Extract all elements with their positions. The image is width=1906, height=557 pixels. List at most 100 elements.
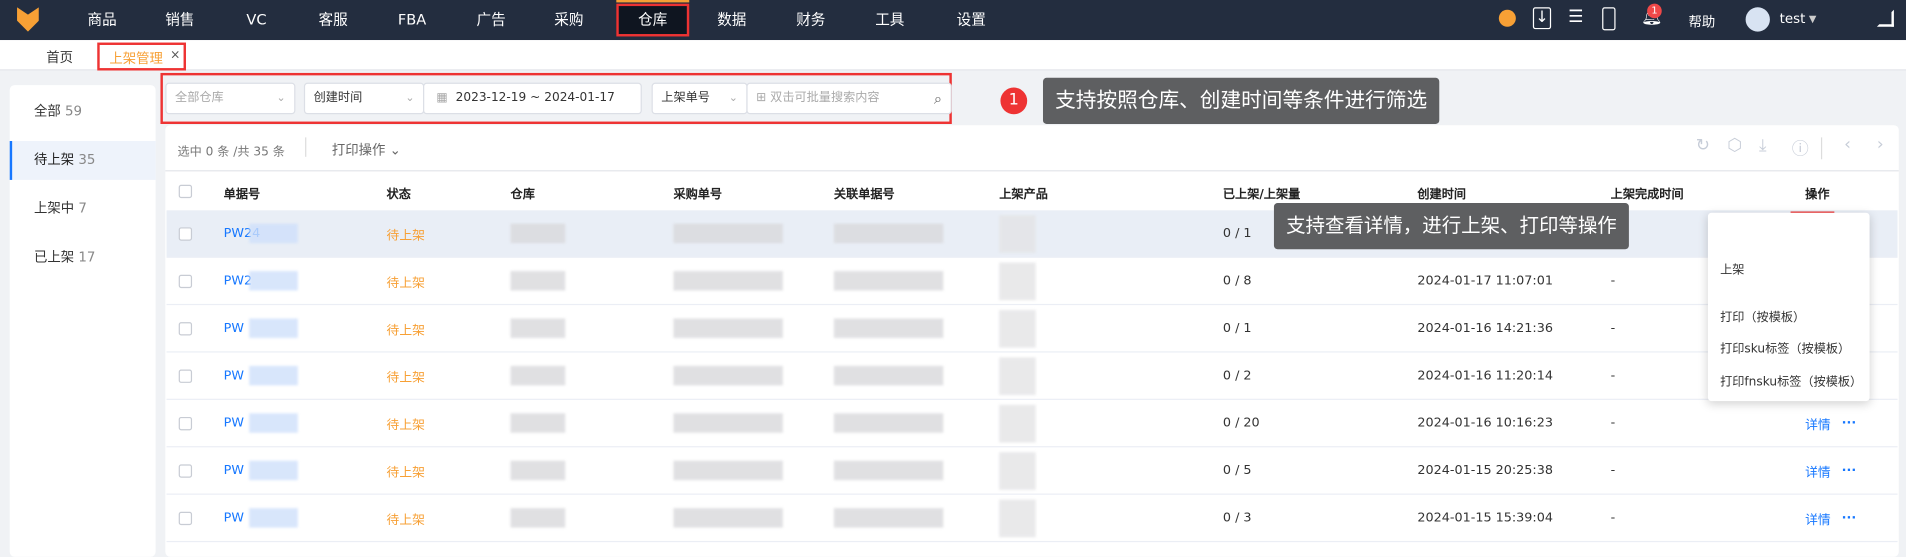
nav-item[interactable]: 仓库 xyxy=(616,3,690,37)
task-icon[interactable]: ☰ xyxy=(1568,7,1583,26)
mobile-icon[interactable] xyxy=(1602,7,1616,31)
row-checkbox[interactable] xyxy=(178,227,193,241)
nav-item[interactable]: FBA xyxy=(386,0,439,40)
product-thumbnail xyxy=(999,452,1036,490)
notification-badge: 1 xyxy=(1647,3,1662,19)
row-checkbox[interactable] xyxy=(178,322,193,336)
row-checkbox[interactable] xyxy=(178,511,193,526)
doc-number-link[interactable]: PW xyxy=(224,368,244,383)
menu-item-print-sku-label[interactable]: 打印sku标签（按模板） xyxy=(1720,338,1850,356)
shelved-qty: 0 / 2 xyxy=(1222,368,1252,383)
redacted-doc-number xyxy=(249,223,298,244)
row-checkbox[interactable] xyxy=(178,274,193,289)
nav-item[interactable]: 采购 xyxy=(542,0,596,40)
date-range-picker[interactable]: ▦ 2023-12-19 ~ 2024-01-17 xyxy=(423,82,642,115)
avatar[interactable] xyxy=(1745,7,1770,32)
sidebar-item[interactable]: 待上架 35 xyxy=(9,141,156,180)
prev-page-icon[interactable]: ‹ xyxy=(1844,135,1851,154)
row-checkbox[interactable] xyxy=(178,369,193,383)
sidebar-item[interactable]: 已上架 17 xyxy=(10,238,156,277)
user-menu[interactable]: test xyxy=(1780,11,1806,27)
redacted-related-number xyxy=(833,365,944,386)
status: 待上架 xyxy=(386,323,425,338)
doc-number-link[interactable]: PW xyxy=(224,463,244,478)
column-header[interactable]: 仓库 xyxy=(511,184,535,201)
logo-icon[interactable] xyxy=(17,7,39,32)
export-icon[interactable]: ⤓ xyxy=(1759,136,1767,155)
sidebar-item[interactable]: 全部 59 xyxy=(10,92,156,131)
column-header[interactable]: 上架产品 xyxy=(999,184,1048,201)
nav-item[interactable]: 设置 xyxy=(945,0,999,40)
redacted-related-number xyxy=(833,271,944,291)
redacted-doc-number xyxy=(249,271,298,291)
menu-item-print-template[interactable]: 打印（按模板） xyxy=(1720,306,1805,324)
nav-item[interactable]: 工具 xyxy=(863,0,917,40)
next-page-icon[interactable]: › xyxy=(1877,135,1884,154)
more-actions-button[interactable]: ··· xyxy=(1842,511,1857,526)
detail-link[interactable]: 详情 xyxy=(1805,511,1831,529)
print-ops-dropdown[interactable]: 打印操作 ⌄ xyxy=(332,140,401,159)
table-row[interactable]: PW 待上架 0 / 5 2024-01-15 20:25:38 - 详情 ··… xyxy=(166,447,1898,495)
search-type-select[interactable]: 上架单号 ⌄ xyxy=(651,82,748,115)
help-icon[interactable]: ⓘ xyxy=(1792,136,1809,160)
tab-shelving[interactable]: 上架管理 × xyxy=(97,42,186,71)
nav-item[interactable]: 数据 xyxy=(705,0,759,40)
detail-link[interactable]: 详情 xyxy=(1805,463,1831,481)
redacted-doc-number xyxy=(249,318,298,338)
annotation-tooltip-1: 支持按照仓库、创建时间等条件进行筛选 xyxy=(1042,77,1440,124)
close-icon[interactable]: × xyxy=(170,49,180,62)
doc-number-link[interactable]: PW xyxy=(224,416,244,431)
warehouse-select[interactable]: 全部仓库 ⌄ xyxy=(165,82,296,115)
search-icon[interactable]: ⌕ xyxy=(934,84,942,113)
table-row[interactable]: PW 待上架 0 / 1 2024-01-16 14:21:36 - 详情 ··… xyxy=(166,305,1898,353)
settings-icon[interactable]: ⬡ xyxy=(1727,136,1742,155)
shelved-qty: 0 / 3 xyxy=(1222,510,1252,526)
select-all-checkbox[interactable] xyxy=(178,184,193,199)
nav-item[interactable]: 客服 xyxy=(306,0,360,40)
row-checkbox[interactable] xyxy=(178,416,193,431)
column-header[interactable]: 创建时间 xyxy=(1417,184,1466,201)
doc-number-link[interactable]: PW xyxy=(224,321,244,336)
help-link[interactable]: 帮助 xyxy=(1688,12,1715,31)
more-actions-button[interactable]: ··· xyxy=(1842,416,1857,431)
column-header[interactable]: 上架完成时间 xyxy=(1611,184,1684,201)
created-time: 2024-01-16 11:20:14 xyxy=(1417,368,1553,383)
redacted-related-number xyxy=(833,318,944,338)
chevron-down-icon[interactable]: ▼ xyxy=(1809,13,1816,24)
menu-item-shelve[interactable]: 上架 xyxy=(1720,259,1744,277)
table-row[interactable]: PW 待上架 0 / 2 2024-01-16 11:20:14 - 详情 ··… xyxy=(166,353,1898,400)
batch-icon: ⊞ xyxy=(756,91,767,105)
nav-item[interactable]: 销售 xyxy=(153,0,207,40)
date-type-select[interactable]: 创建时间 ⌄ xyxy=(303,82,425,115)
nav-item[interactable]: 财务 xyxy=(784,0,838,40)
doc-number-link[interactable]: PW xyxy=(224,511,244,526)
column-header[interactable]: 关联单据号 xyxy=(834,184,895,201)
redacted-po-number xyxy=(673,460,783,481)
table-row[interactable]: PW24 待上架 0 / 1 2024-01-17 14:0 详情 ··· xyxy=(166,210,1898,258)
column-header[interactable]: 状态 xyxy=(387,184,411,201)
doc-number-link[interactable]: PW2 xyxy=(224,274,252,289)
nav-item[interactable]: 广告 xyxy=(464,0,518,40)
nav-item[interactable]: VC xyxy=(234,0,278,40)
more-actions-button[interactable]: ··· xyxy=(1842,463,1857,478)
column-header[interactable]: 采购单号 xyxy=(673,184,722,201)
search-input[interactable]: ⊞ 双击可批量搜索内容 ⌕ xyxy=(746,82,952,115)
support-icon[interactable] xyxy=(1498,9,1516,27)
menu-item-print-fnsku-label[interactable]: 打印fnsku标签（按模板） xyxy=(1720,371,1862,389)
tab-home[interactable]: 首页 xyxy=(46,47,73,66)
redacted-related-number xyxy=(833,223,944,244)
table-row[interactable]: PW2 待上架 0 / 8 2024-01-17 11:07:01 - 详情 ·… xyxy=(166,258,1898,306)
redacted-warehouse xyxy=(510,318,566,338)
redacted-warehouse xyxy=(510,365,566,386)
table-row[interactable]: PW 待上架 0 / 20 2024-01-16 10:16:23 - 详情 ·… xyxy=(166,400,1898,448)
row-checkbox[interactable] xyxy=(178,464,193,478)
nav-item[interactable]: 商品 xyxy=(75,0,129,40)
sidebar-item[interactable]: 上架中 7 xyxy=(10,190,156,229)
table-row[interactable]: PW 待上架 0 / 3 2024-01-15 15:39:04 - 详情 ··… xyxy=(166,495,1898,543)
refresh-icon[interactable]: ↻ xyxy=(1696,136,1710,155)
column-header[interactable]: 单据号 xyxy=(224,184,260,201)
fullscreen-icon[interactable] xyxy=(1876,9,1894,27)
detail-link[interactable]: 详情 xyxy=(1805,416,1831,434)
column-header[interactable]: 已上架/上架量 xyxy=(1223,184,1300,201)
download-icon[interactable]: ↓ xyxy=(1532,7,1552,30)
